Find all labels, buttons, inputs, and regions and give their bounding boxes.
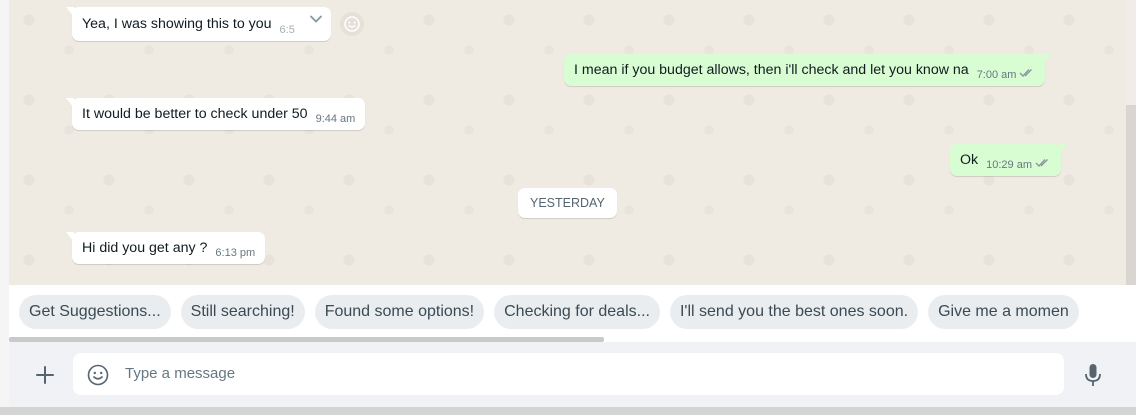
suggestion-bar: Get Suggestions... Still searching! Foun… — [9, 285, 1136, 342]
date-separator: YESTERDAY — [518, 188, 617, 218]
message-text: Ok — [960, 152, 979, 168]
microphone-icon[interactable] — [1082, 362, 1104, 388]
suggestion-chip[interactable]: I'll send you the best ones soon. — [669, 295, 919, 329]
message-text: I mean if you budget allows, then i'll c… — [574, 62, 969, 78]
vertical-scrollbar-thumb[interactable] — [1126, 105, 1136, 285]
message-time: 6:5 — [279, 24, 295, 36]
vertical-scrollbar-track[interactable] — [1126, 0, 1136, 285]
message-composer: Type a message — [9, 342, 1136, 407]
emoji-icon[interactable] — [86, 363, 110, 387]
message-text: Hi did you get any ? — [82, 240, 208, 256]
message-input-placeholder: Type a message — [125, 365, 236, 382]
message-time: 9:44 am — [315, 113, 356, 125]
message-text: It would be better to check under 50 — [82, 106, 308, 122]
double-check-icon — [1019, 68, 1035, 86]
message-time: 10:29 am — [986, 159, 1033, 171]
suggestion-chip[interactable]: Get Suggestions... — [19, 295, 171, 329]
suggestion-chip[interactable]: Found some options! — [314, 295, 485, 329]
window-bottom-edge — [0, 407, 1136, 415]
message-time: 7:00 am — [976, 69, 1017, 81]
message-text: Yea, I was showing this to you — [82, 16, 272, 32]
reaction-emoji-icon[interactable] — [340, 12, 364, 36]
message-input[interactable]: Type a message — [73, 353, 1064, 395]
chat-messages-area[interactable]: Yea, I was showing this to you 6:5 I mea… — [9, 0, 1136, 285]
suggestion-chip[interactable]: Still searching! — [180, 295, 305, 329]
plus-icon[interactable] — [32, 362, 58, 388]
message-bubble-incoming[interactable]: Yea, I was showing this to you 6:5 — [66, 7, 331, 41]
message-bubble-outgoing[interactable]: I mean if you budget allows, then i'll c… — [564, 54, 1052, 86]
message-bubble-incoming[interactable]: It would be better to check under 50 9:4… — [65, 98, 366, 130]
message-bubble-incoming[interactable]: Hi did you get any ? 6:13 pm — [65, 232, 266, 264]
suggestion-chip[interactable]: Checking for deals... — [494, 295, 660, 329]
message-bubble-outgoing[interactable]: Ok 10:29 am — [950, 144, 1068, 176]
suggestion-chip[interactable]: Give me a momen — [928, 295, 1079, 329]
message-time: 6:13 pm — [215, 247, 256, 259]
double-check-icon — [1035, 158, 1051, 176]
chevron-down-icon[interactable] — [307, 10, 325, 28]
